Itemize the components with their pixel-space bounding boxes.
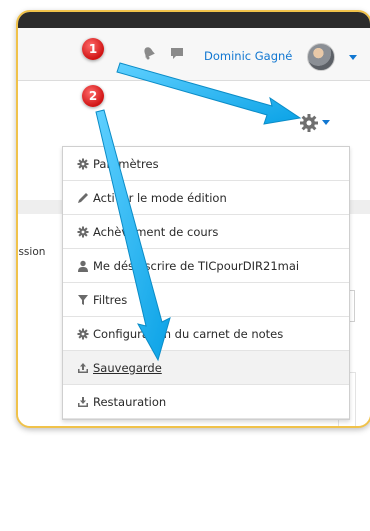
- menu-item-label: Activer le mode édition: [93, 190, 227, 205]
- bell-icon[interactable]: [142, 46, 156, 60]
- menu-item-label: Filtres: [93, 292, 128, 307]
- gear-icon[interactable]: [298, 112, 320, 134]
- background-text: ession: [18, 246, 46, 258]
- menu-item-course-completion[interactable]: Achèvement de cours: [63, 215, 349, 249]
- course-admin-menu: Paramètres Activer le mode édition Achèv…: [62, 146, 350, 420]
- chevron-down-icon[interactable]: [322, 120, 330, 125]
- menu-item-sauvegarde[interactable]: Sauvegarde: [63, 351, 349, 385]
- menu-item-restauration[interactable]: Restauration: [63, 385, 349, 419]
- reflection: Restauration Sauvegarde Configuration du…: [16, 428, 368, 528]
- step-badge-2: 2: [82, 85, 104, 107]
- menu-item-label: Paramètres: [93, 156, 159, 171]
- screenshot-frame: Dominic Gagné ession Paramètres Activer …: [16, 10, 370, 428]
- navbar: Dominic Gagné: [18, 28, 370, 81]
- gear-icon: [77, 158, 89, 169]
- avatar[interactable]: [307, 43, 335, 71]
- menu-item-gradebook-setup[interactable]: Configuration du carnet de notes: [63, 317, 349, 351]
- download-icon: [78, 396, 88, 407]
- reflection-fade: [16, 428, 368, 528]
- menu-item-parametres[interactable]: Paramètres: [63, 147, 349, 181]
- gear-icon: [77, 226, 89, 237]
- menu-item-filtres[interactable]: Filtres: [63, 283, 349, 317]
- menu-item-label: Configuration du carnet de notes: [93, 326, 284, 341]
- menu-item-label: Restauration: [93, 394, 167, 409]
- step-badge-1: 1: [82, 38, 104, 60]
- upload-icon: [78, 362, 88, 373]
- pencil-icon: [78, 192, 88, 203]
- menu-item-label: Me désinscrire de TICpourDIR21mai: [93, 258, 300, 273]
- user-menu-name[interactable]: Dominic Gagné: [204, 49, 292, 63]
- menu-item-edit-mode[interactable]: Activer le mode édition: [63, 181, 349, 215]
- top-bar: [18, 12, 370, 28]
- filter-icon: [78, 294, 88, 305]
- chevron-down-icon[interactable]: [349, 55, 357, 60]
- menu-item-label: Achèvement de cours: [93, 224, 219, 239]
- menu-item-unenrol[interactable]: Me désinscrire de TICpourDIR21mai: [63, 249, 349, 283]
- user-icon: [78, 260, 88, 272]
- message-icon[interactable]: [170, 46, 184, 60]
- menu-item-label: Sauvegarde: [93, 360, 162, 375]
- gear-icon: [77, 328, 89, 339]
